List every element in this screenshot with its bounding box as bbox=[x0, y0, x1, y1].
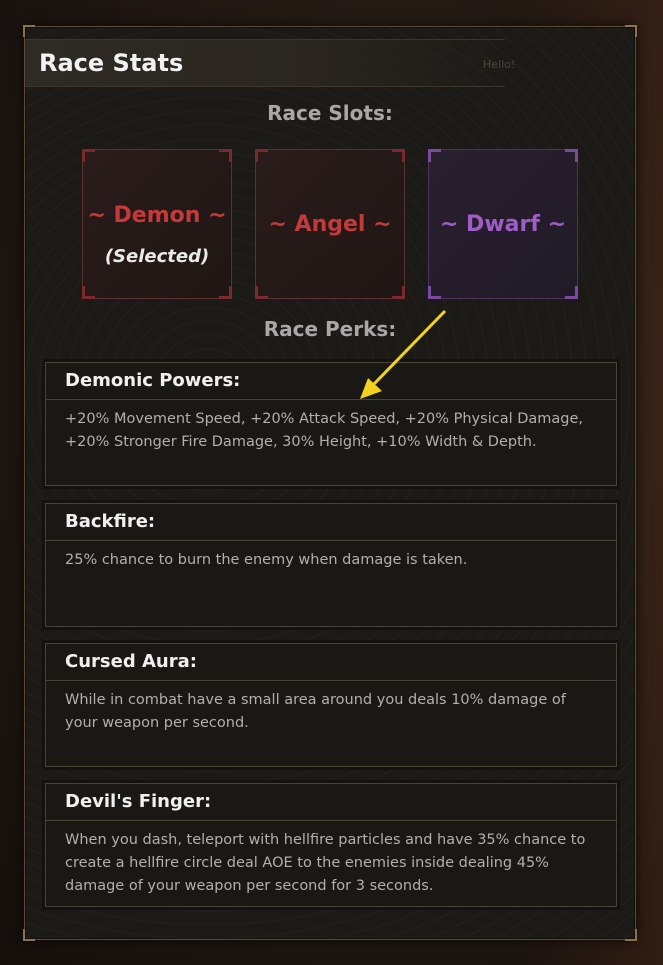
arrow-icon bbox=[360, 309, 447, 399]
arrow-shaft bbox=[372, 309, 447, 386]
